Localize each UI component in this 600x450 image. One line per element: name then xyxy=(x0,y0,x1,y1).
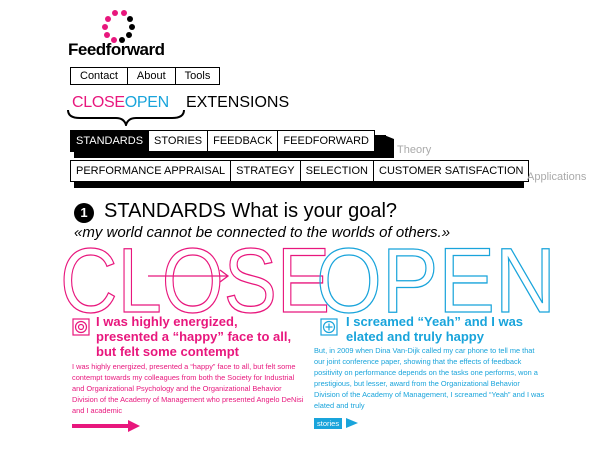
logo-wordmark[interactable]: Feedforward xyxy=(68,40,165,60)
right-story-body: But, in 2009 when Dina Van-Dijk called m… xyxy=(314,346,545,410)
big-close-text: CLOSE xyxy=(60,240,330,320)
tab-performance-appraisal[interactable]: PERFORMANCE APPRAISAL xyxy=(70,160,232,182)
section-title: STANDARDS What is your goal? xyxy=(104,200,398,222)
left-story-heading: I was highly energized, presented a “hap… xyxy=(96,314,292,359)
tab-feedforward[interactable]: FEEDFORWARD xyxy=(278,130,375,152)
big-open-text: OPEN xyxy=(316,240,556,320)
tab-standards[interactable]: STANDARDS xyxy=(70,130,150,152)
tab-feedback[interactable]: FEEDBACK xyxy=(208,130,279,152)
applications-bar: PERFORMANCE APPRAISAL STRATEGY SELECTION… xyxy=(70,160,530,182)
nav-tools[interactable]: Tools xyxy=(176,68,220,84)
extensions-tab[interactable]: EXTENSIONS xyxy=(186,94,289,112)
section-quote: «my world cannot be connected to the wor… xyxy=(74,224,451,241)
right-story-heading: I screamed “Yeah” and I was elated and t… xyxy=(346,314,524,344)
tab-selection[interactable]: SELECTION xyxy=(300,160,374,182)
closeopen-graphic: CLOSE OPEN xyxy=(60,240,557,320)
theory-label: Theory xyxy=(397,144,432,156)
stories-arrow-icon[interactable] xyxy=(346,418,358,428)
nav-contact[interactable]: Contact xyxy=(71,68,128,84)
section-number-badge: 1 xyxy=(74,203,94,223)
plus-circle-icon xyxy=(320,318,338,336)
left-story-body: I was highly energized, presented a “hap… xyxy=(72,362,304,415)
target-icon xyxy=(72,318,90,336)
top-nav: Contact About Tools xyxy=(70,67,221,85)
left-arrow-icon[interactable] xyxy=(72,420,140,432)
applications-label: Applications xyxy=(527,171,587,183)
nav-about[interactable]: About xyxy=(128,68,176,84)
brace-icon xyxy=(67,109,185,126)
tab-stories[interactable]: STORIES xyxy=(149,130,209,152)
logo-dots-icon xyxy=(102,10,135,43)
tab-customer-satisfaction[interactable]: CUSTOMER SATISFACTION xyxy=(374,160,530,182)
stories-button[interactable]: stories xyxy=(314,418,343,429)
theory-bar: STANDARDS STORIES FEEDBACK FEEDFORWARD xyxy=(70,130,375,152)
theory-bar-end xyxy=(384,135,394,158)
tab-strategy[interactable]: STRATEGY xyxy=(231,160,301,182)
